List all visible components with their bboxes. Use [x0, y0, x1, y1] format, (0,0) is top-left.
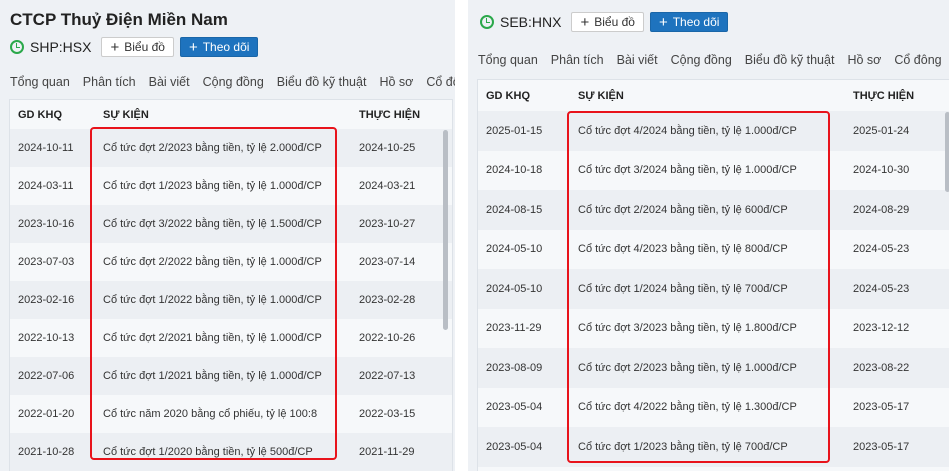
scrollbar[interactable] [443, 130, 448, 330]
payment-date-cell: 2023-07-14 [359, 256, 416, 268]
payment-date-cell: 2022-03-15 [359, 408, 416, 420]
payment-date-cell: 2024-10-25 [359, 142, 416, 154]
payment-date-cell: 2023-02-28 [359, 294, 416, 306]
ex-date-cell: 2022-10-13 [18, 332, 75, 344]
ex-date-cell: 2025-01-15 [486, 124, 543, 137]
payment-date-cell: 2025-01-24 [853, 124, 910, 137]
add-chart-button[interactable]: + Biểu đồ [101, 37, 174, 57]
ex-date-cell: 2024-10-11 [18, 142, 74, 154]
tab-bar: Tổng quan Phân tích Bài viết Cộng đồng Biểu … [10, 75, 455, 97]
ticker-symbol: SHP:HSX [30, 39, 92, 55]
ex-date-cell: 2024-05-10 [486, 282, 543, 295]
follow-button[interactable]: + Theo dõi [649, 12, 729, 32]
follow-button[interactable]: + Theo dõi [179, 37, 259, 57]
tab-item[interactable]: Biểu đồ kỹ thuật [277, 75, 367, 97]
add-chart-button[interactable]: + Biểu đồ [571, 12, 644, 32]
payment-date-cell: 2024-03-21 [359, 180, 416, 192]
ex-date-cell: 2023-11-29 [486, 322, 542, 335]
table-header: GD KHQ SỰ KIỆN THỰC HIỆN [10, 100, 452, 129]
company-title: CTCP Thuỷ Điện Miền Nam [10, 10, 228, 29]
ex-date-cell: 2024-05-10 [486, 243, 543, 256]
payment-date-cell: 2024-05-23 [853, 282, 910, 295]
tab-item[interactable]: Phân tích [551, 53, 604, 75]
ex-date-cell: 2023-10-16 [18, 218, 75, 230]
payment-date-cell: 2021-11-29 [359, 446, 415, 458]
payment-date-cell: 2023-05-17 [853, 401, 910, 414]
ex-date-cell: 2023-02-16 [18, 294, 75, 306]
payment-date-cell: 2024-10-30 [853, 164, 910, 177]
tab-item[interactable]: Tổng quan [478, 53, 538, 75]
follow-label: Theo dõi [202, 40, 250, 54]
column-header[interactable]: GD KHQ [10, 109, 95, 121]
payment-date-cell: 2022-07-13 [359, 370, 416, 382]
add-chart-label: Biểu đồ [594, 15, 635, 29]
tab-item[interactable]: Cộng đồng [203, 75, 264, 97]
ticker-bar: SHP:HSX + Biểu đồ + Theo dõi [10, 37, 259, 57]
ex-date-cell: 2024-10-18 [486, 164, 543, 177]
highlight-box [567, 111, 830, 463]
plus-icon: + [658, 13, 668, 31]
column-header[interactable]: THỰC HIỆN [351, 109, 420, 121]
tab-item[interactable]: Phân tích [83, 75, 136, 97]
tab-item[interactable]: Bài viết [617, 53, 658, 75]
left-panel: CTCP Thuỷ Điện Miền Nam SHP:HSX + Biểu đồ… [0, 0, 455, 471]
ex-date-cell: 2024-08-15 [486, 203, 543, 216]
right-panel: SEB:HNX + Biểu đồ + Theo dõi Tổng quan Phân… [468, 0, 949, 471]
highlight-box [90, 127, 337, 460]
payment-date-cell: 2023-05-17 [853, 440, 910, 453]
tab-item[interactable]: Tổng quan [10, 75, 70, 97]
column-header[interactable]: SỰ KIỆN [570, 90, 845, 102]
ex-date-cell: 2022-01-20 [18, 408, 75, 420]
scrollbar[interactable] [945, 112, 949, 192]
add-chart-label: Biểu đồ [124, 40, 165, 54]
ticker-symbol: SEB:HNX [500, 14, 562, 30]
column-header[interactable]: SỰ KIỆN [95, 109, 351, 121]
tab-item[interactable]: Bài viết [149, 75, 190, 97]
clock-icon [480, 15, 494, 29]
plus-icon: + [188, 38, 198, 56]
payment-date-cell: 2024-05-23 [853, 243, 910, 256]
table-header: GD KHQ SỰ KIỆN THỰC HIỆN [478, 80, 949, 111]
payment-date-cell: 2023-10-27 [359, 218, 416, 230]
plus-icon: + [110, 38, 120, 56]
column-header[interactable]: GD KHQ [478, 90, 570, 102]
clock-icon [10, 40, 24, 54]
ex-date-cell: 2022-07-06 [18, 370, 75, 382]
tab-item[interactable]: Cộng đồng [671, 53, 732, 75]
payment-date-cell: 2023-12-12 [853, 322, 910, 335]
tab-item[interactable]: Biểu đồ kỹ thuật [745, 53, 835, 75]
tab-item[interactable]: Cổ đông [894, 53, 941, 75]
payment-date-cell: 2023-08-22 [853, 361, 910, 374]
ticker-bar: SEB:HNX + Biểu đồ + Theo dõi [480, 12, 729, 32]
ex-date-cell: 2024-03-11 [18, 180, 74, 192]
tab-bar: Tổng quan Phân tích Bài viết Cộng đồng Biểu … [478, 53, 949, 75]
tab-item[interactable]: Hồ sơ [379, 75, 413, 97]
ex-date-cell: 2021-10-28 [18, 446, 75, 458]
ex-date-cell: 2023-07-03 [18, 256, 75, 268]
tab-item[interactable]: Hồ sơ [847, 53, 881, 75]
ex-date-cell: 2023-08-09 [486, 361, 543, 374]
payment-date-cell: 2022-10-26 [359, 332, 416, 344]
plus-icon: + [580, 13, 590, 31]
tab-item[interactable]: Cổ đông [426, 75, 455, 97]
ex-date-cell: 2023-05-04 [486, 401, 543, 414]
payment-date-cell: 2024-08-29 [853, 203, 910, 216]
ex-date-cell: 2023-05-04 [486, 440, 543, 453]
column-header[interactable]: THỰC HIỆN [845, 90, 914, 102]
follow-label: Theo dõi [672, 15, 720, 29]
